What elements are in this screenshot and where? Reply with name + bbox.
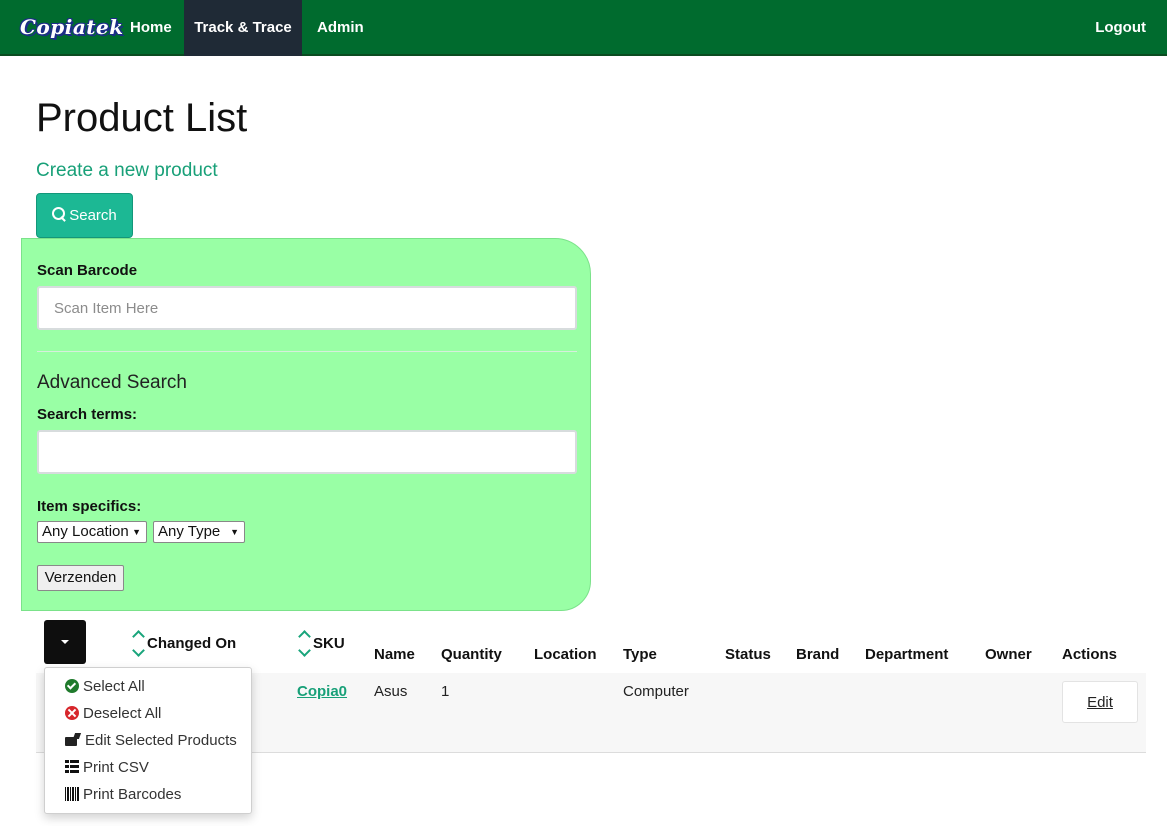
create-product-link[interactable]: Create a new product [36, 160, 218, 182]
header-status: Status [725, 646, 771, 663]
header-actions: Actions [1062, 646, 1118, 663]
brand-logo[interactable]: Copiatek [20, 15, 124, 39]
sort-desc-icon[interactable] [298, 644, 311, 657]
header-name: Name [374, 646, 415, 663]
page-title: Product List [36, 96, 248, 140]
menu-item-label: Print Barcodes [83, 786, 182, 803]
header-brand: Brand [796, 646, 840, 663]
menu-item-label: Deselect All [83, 705, 162, 722]
row-quantity: 1 [441, 683, 450, 700]
menu-item-label: Select All [83, 678, 145, 695]
advanced-search-title: Advanced Search [37, 372, 187, 393]
bulk-actions-menu: Select All Deselect All Edit Selected Pr… [44, 667, 252, 814]
row-edit-button[interactable]: Edit [1062, 681, 1138, 723]
dropdown-arrow-icon: ▼ [132, 527, 141, 537]
menu-deselect-all[interactable]: Deselect All [65, 703, 161, 725]
nav-admin[interactable]: Admin [302, 0, 379, 56]
search-toggle-button[interactable]: Search [36, 193, 133, 238]
scan-barcode-input[interactable] [37, 286, 577, 330]
nav-home[interactable]: Home [115, 0, 187, 56]
sort-asc-icon[interactable] [298, 630, 311, 643]
top-navbar: Copiatek Home Track & Trace Admin Logout [0, 0, 1167, 56]
folder-open-icon [65, 733, 81, 747]
barcode-icon [65, 787, 79, 801]
list-icon [65, 760, 79, 774]
search-terms-label: Search terms: [37, 406, 138, 423]
type-select[interactable]: Any Type ▼ [153, 521, 245, 543]
divider [37, 351, 577, 352]
header-changed-on[interactable]: Changed On [147, 635, 236, 652]
header-location: Location [534, 646, 597, 663]
menu-edit-selected[interactable]: Edit Selected Products [65, 730, 237, 752]
search-panel: Scan Barcode Advanced Search Search term… [21, 238, 591, 611]
header-department: Department [865, 646, 949, 663]
menu-print-barcodes[interactable]: Print Barcodes [65, 784, 181, 806]
item-specifics-label: Item specifics: [37, 498, 142, 515]
location-select[interactable]: Any Location ▼ [37, 521, 147, 543]
dropdown-arrow-icon: ▼ [230, 527, 239, 537]
check-circle-icon [65, 679, 79, 693]
times-circle-icon [65, 706, 79, 720]
header-type: Type [623, 646, 657, 663]
header-quantity: Quantity [441, 646, 502, 663]
caret-down-icon [61, 640, 69, 644]
search-icon [52, 207, 66, 221]
menu-item-label: Edit Selected Products [85, 732, 237, 749]
type-select-value: Any Type [158, 523, 221, 540]
row-type: Computer [623, 683, 689, 700]
header-owner: Owner [985, 646, 1032, 663]
submit-button[interactable]: Verzenden [37, 565, 124, 591]
scan-barcode-label: Scan Barcode [37, 262, 138, 279]
menu-print-csv[interactable]: Print CSV [65, 757, 149, 779]
search-button-label: Search [69, 207, 117, 224]
sort-asc-icon[interactable] [132, 630, 145, 643]
menu-select-all[interactable]: Select All [65, 676, 145, 698]
search-terms-input[interactable] [37, 430, 577, 474]
menu-item-label: Print CSV [83, 759, 149, 776]
bulk-actions-dropdown-toggle[interactable] [44, 620, 86, 664]
row-name: Asus [374, 683, 408, 700]
header-sku[interactable]: SKU [313, 635, 345, 652]
nav-track-trace[interactable]: Track & Trace [184, 0, 302, 56]
row-sku-link[interactable]: Copia0 [297, 683, 347, 700]
sort-desc-icon[interactable] [132, 644, 145, 657]
location-select-value: Any Location [42, 523, 129, 540]
nav-logout[interactable]: Logout [1080, 0, 1161, 56]
